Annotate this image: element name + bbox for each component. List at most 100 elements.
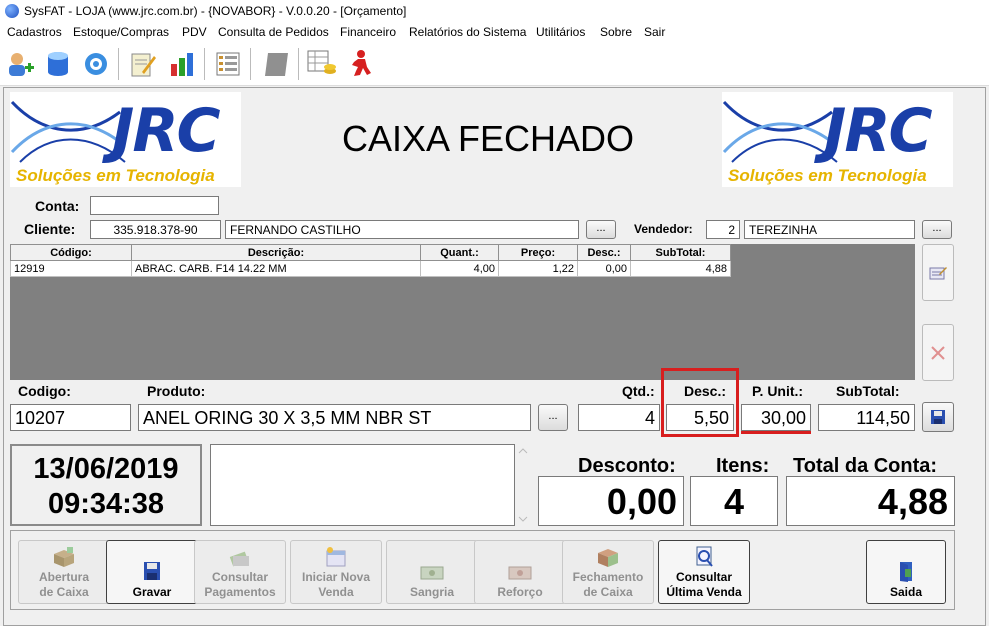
- gravar-button[interactable]: Gravar: [106, 540, 198, 604]
- banknote-icon: [420, 566, 444, 580]
- menu-sobre[interactable]: Sobre: [600, 25, 632, 39]
- col-header-codigo[interactable]: Código:: [10, 244, 132, 261]
- banknote-icon: [508, 566, 532, 580]
- notes-memo[interactable]: [210, 444, 515, 526]
- bar-chart-icon[interactable]: [166, 48, 198, 80]
- vendedor-label: Vendedor:: [634, 222, 693, 236]
- logo-tagline: Soluções em Tecnologia: [728, 166, 927, 185]
- sangria-button[interactable]: Sangria: [386, 540, 478, 604]
- menu-relatorios[interactable]: Relatórios do Sistema: [409, 25, 526, 39]
- gravar-label: Gravar: [132, 585, 172, 599]
- date-display: 13/06/2019: [33, 453, 179, 485]
- saida-label: Saida: [889, 585, 922, 599]
- time-display: 09:34:38: [47, 488, 165, 520]
- menu-cadastros[interactable]: Cadastros: [7, 25, 62, 39]
- consultar-ultima-venda-label-1: Consultar: [675, 570, 732, 584]
- abertura-caixa-label-2: de Caixa: [39, 585, 89, 599]
- iniciar-nova-venda-label-2: Venda: [318, 585, 354, 599]
- floppy-disk-icon: [144, 562, 160, 580]
- edit-item-button[interactable]: [922, 244, 954, 301]
- fechamento-caixa-label-1: Fechamento: [572, 570, 644, 584]
- items-grid[interactable]: Código: Descrição: Quant.: Preço: Desc.:…: [10, 244, 915, 380]
- cell-subtotal: 4,88: [630, 260, 731, 277]
- gear-icon[interactable]: [80, 48, 112, 80]
- add-user-icon[interactable]: [4, 48, 36, 80]
- fechamento-caixa-button[interactable]: Fechamento de Caixa: [562, 540, 654, 604]
- iniciar-nova-venda-label-1: Iniciar Nova: [301, 570, 371, 584]
- notepad-pencil-icon[interactable]: [126, 48, 158, 80]
- menu-financeiro[interactable]: Financeiro: [340, 25, 396, 39]
- logo-tagline: Soluções em Tecnologia: [16, 166, 215, 185]
- memo-scrollbar[interactable]: [516, 444, 530, 526]
- vendedor-name-field[interactable]: TEREZINHA: [744, 220, 915, 239]
- reforco-button[interactable]: Reforço: [474, 540, 566, 604]
- desconto-label: Desconto:: [578, 455, 676, 477]
- punit-label: P. Unit.:: [752, 383, 804, 399]
- menu-pdv[interactable]: PDV: [182, 25, 207, 39]
- codigo-label: Codigo:: [18, 383, 71, 399]
- running-man-icon[interactable]: [344, 48, 376, 80]
- items-table: Código: Descrição: Quant.: Preço: Desc.:…: [10, 244, 731, 277]
- menu-consulta-pedidos[interactable]: Consulta de Pedidos: [218, 25, 329, 39]
- disabled-square-icon[interactable]: [260, 48, 292, 80]
- menu-utilitarios[interactable]: Utilitários: [536, 25, 585, 39]
- cliente-name-field[interactable]: FERNANDO CASTILHO: [225, 220, 579, 239]
- subtotal-input[interactable]: 114,50: [818, 404, 915, 431]
- col-header-quant[interactable]: Quant.:: [420, 244, 499, 261]
- toolbar-separator: [204, 48, 205, 80]
- consultar-pagamentos-button[interactable]: Consultar Pagamentos: [194, 540, 286, 604]
- close-icon: [931, 345, 945, 360]
- sangria-label: Sangria: [409, 585, 454, 599]
- toolbar-separator: [118, 48, 119, 80]
- consultar-ultima-venda-label-2: Última Venda: [666, 585, 742, 599]
- col-header-subtotal[interactable]: SubTotal:: [630, 244, 731, 261]
- col-header-desc[interactable]: Desc.:: [577, 244, 631, 261]
- consultar-ultima-venda-button[interactable]: Consultar Última Venda: [658, 540, 750, 604]
- box-open-icon: [54, 547, 74, 567]
- conta-label: Conta:: [35, 198, 80, 214]
- cliente-code-field[interactable]: 335.918.378-90: [90, 220, 221, 239]
- cell-codigo: 12919: [10, 260, 132, 277]
- consultar-pagamentos-label-1: Consultar: [211, 570, 268, 584]
- logo-text: JRC: [112, 96, 221, 166]
- delete-item-button[interactable]: [922, 324, 954, 381]
- punit-input[interactable]: 30,00: [741, 404, 811, 431]
- cliente-search-button[interactable]: ...: [586, 220, 616, 239]
- list-icon[interactable]: [212, 48, 244, 80]
- total-label: Total da Conta:: [793, 455, 938, 477]
- iniciar-nova-venda-button[interactable]: Iniciar Nova Venda: [290, 540, 382, 604]
- logo-text: JRC: [824, 96, 933, 166]
- edit-icon: [929, 266, 947, 279]
- qtd-input[interactable]: 4: [578, 404, 660, 431]
- caixa-status-title: CAIXA FECHADO: [342, 118, 635, 159]
- cliente-label: Cliente:: [24, 221, 76, 237]
- menu-estoque-compras[interactable]: Estoque/Compras: [73, 25, 169, 39]
- codigo-input[interactable]: 10207: [10, 404, 131, 431]
- abertura-caixa-button[interactable]: Abertura de Caixa: [18, 540, 110, 604]
- saida-button[interactable]: Saida: [866, 540, 946, 604]
- title-bar: SysFAT - LOJA (www.jrc.com.br) - {NOVABO…: [0, 0, 989, 22]
- total-value: 4,88: [786, 476, 955, 526]
- produto-input[interactable]: ANEL ORING 30 X 3,5 MM NBR ST: [138, 404, 531, 431]
- desc-highlight-box: [661, 368, 739, 437]
- abertura-caixa-label-1: Abertura: [38, 570, 89, 584]
- produto-search-button[interactable]: ...: [538, 404, 568, 431]
- col-header-preco[interactable]: Preço:: [498, 244, 578, 261]
- logo-right: JRC Soluções em Tecnologia: [722, 92, 953, 187]
- logo-left: JRC Soluções em Tecnologia: [10, 92, 241, 187]
- qtd-label: Qtd.:: [622, 383, 655, 399]
- database-icon[interactable]: [42, 48, 74, 80]
- vendedor-search-button[interactable]: ...: [922, 220, 952, 239]
- vendedor-code-field[interactable]: 2: [706, 220, 740, 239]
- window-title: SysFAT - LOJA (www.jrc.com.br) - {NOVABO…: [24, 4, 407, 18]
- table-header-row: Código: Descrição: Quant.: Preço: Desc.:…: [10, 244, 731, 261]
- toolbar-separator: [250, 48, 251, 80]
- col-header-descricao[interactable]: Descrição:: [131, 244, 421, 261]
- menu-sair[interactable]: Sair: [644, 25, 665, 39]
- document-search-icon: [696, 546, 713, 567]
- spreadsheet-coins-icon[interactable]: [306, 48, 338, 80]
- save-item-button[interactable]: [922, 402, 954, 432]
- new-window-icon: [326, 547, 346, 567]
- conta-field[interactable]: [90, 196, 219, 215]
- table-row[interactable]: 12919 ABRAC. CARB. F14 14.22 MM 4,00 1,2…: [10, 260, 731, 277]
